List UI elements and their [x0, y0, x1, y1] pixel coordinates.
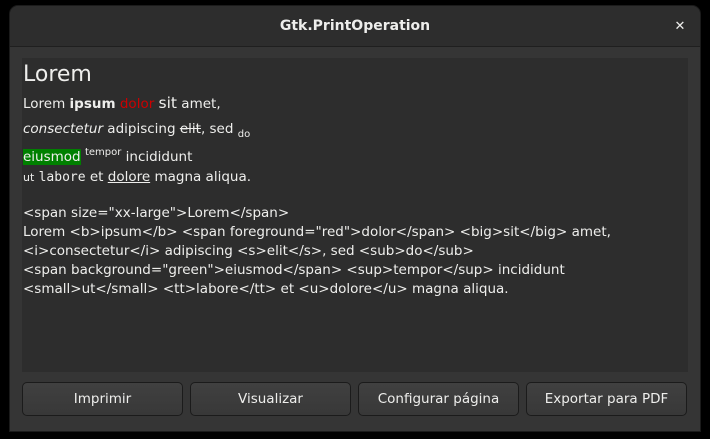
window-title: Gtk.PrintOperation [279, 18, 431, 34]
markup-line: <i>consectetur</i> adipiscing <s>elit</s… [23, 243, 474, 259]
close-button[interactable]: ✕ [668, 14, 692, 38]
text-run: adipiscing [103, 121, 180, 137]
big-run: sit [158, 94, 178, 112]
markup-line: <small>ut</small> <tt>labore</tt> et <u>… [23, 281, 509, 297]
preview-button[interactable]: Visualizar [190, 382, 351, 416]
text-run: , sed [200, 121, 238, 137]
markup-line: <span background="green">eiusmod</span> … [23, 262, 565, 278]
green-background-run: eiusmod [23, 149, 81, 165]
underline-run: dolore [107, 169, 151, 185]
text-run: incididunt [121, 149, 193, 165]
text-run: amet, [177, 96, 221, 112]
export-pdf-button[interactable]: Exportar para PDF [526, 382, 687, 416]
page-setup-button[interactable]: Configurar página [358, 382, 519, 416]
close-icon: ✕ [674, 18, 686, 34]
text-run: magna aliqua. [150, 169, 252, 185]
rendered-line-1: Lorem ipsum dolor sit amet, [23, 92, 688, 114]
subscript-run: do [237, 129, 251, 140]
rendered-line-3: eiusmod tempor incididunt [23, 140, 688, 166]
small-run: ut [23, 171, 35, 184]
text-run: Lorem [23, 96, 70, 112]
markup-line: Lorem <b>ipsum</b> <span foreground="red… [23, 224, 611, 240]
markup-line: <span size="xx-large">Lorem</span> [23, 205, 290, 221]
button-bar: Imprimir Visualizar Configurar página Ex… [22, 382, 688, 416]
print-button[interactable]: Imprimir [22, 382, 183, 416]
markup-source: <span size="xx-large">Lorem</span> Lorem… [23, 204, 688, 299]
strike-run: elit [179, 121, 201, 137]
rendered-line-2: consectetur adipiscing elit, sed do [23, 114, 688, 140]
text-view[interactable]: Lorem Lorem ipsum dolor sit amet, consec… [22, 58, 688, 372]
italic-run: consectetur [23, 121, 103, 137]
monospace-run: labore [38, 170, 86, 185]
rendered-line-4: ut labore et dolore magna aliqua. [23, 166, 688, 188]
superscript-run: tempor [84, 147, 122, 158]
bold-run: ipsum [69, 96, 116, 112]
titlebar: Gtk.PrintOperation ✕ [10, 6, 700, 47]
print-operation-window: Gtk.PrintOperation ✕ Lorem Lorem ipsum d… [10, 6, 700, 431]
red-run: dolor [119, 96, 155, 112]
text-run: et [85, 169, 108, 185]
rendered-title: Lorem [23, 62, 92, 87]
